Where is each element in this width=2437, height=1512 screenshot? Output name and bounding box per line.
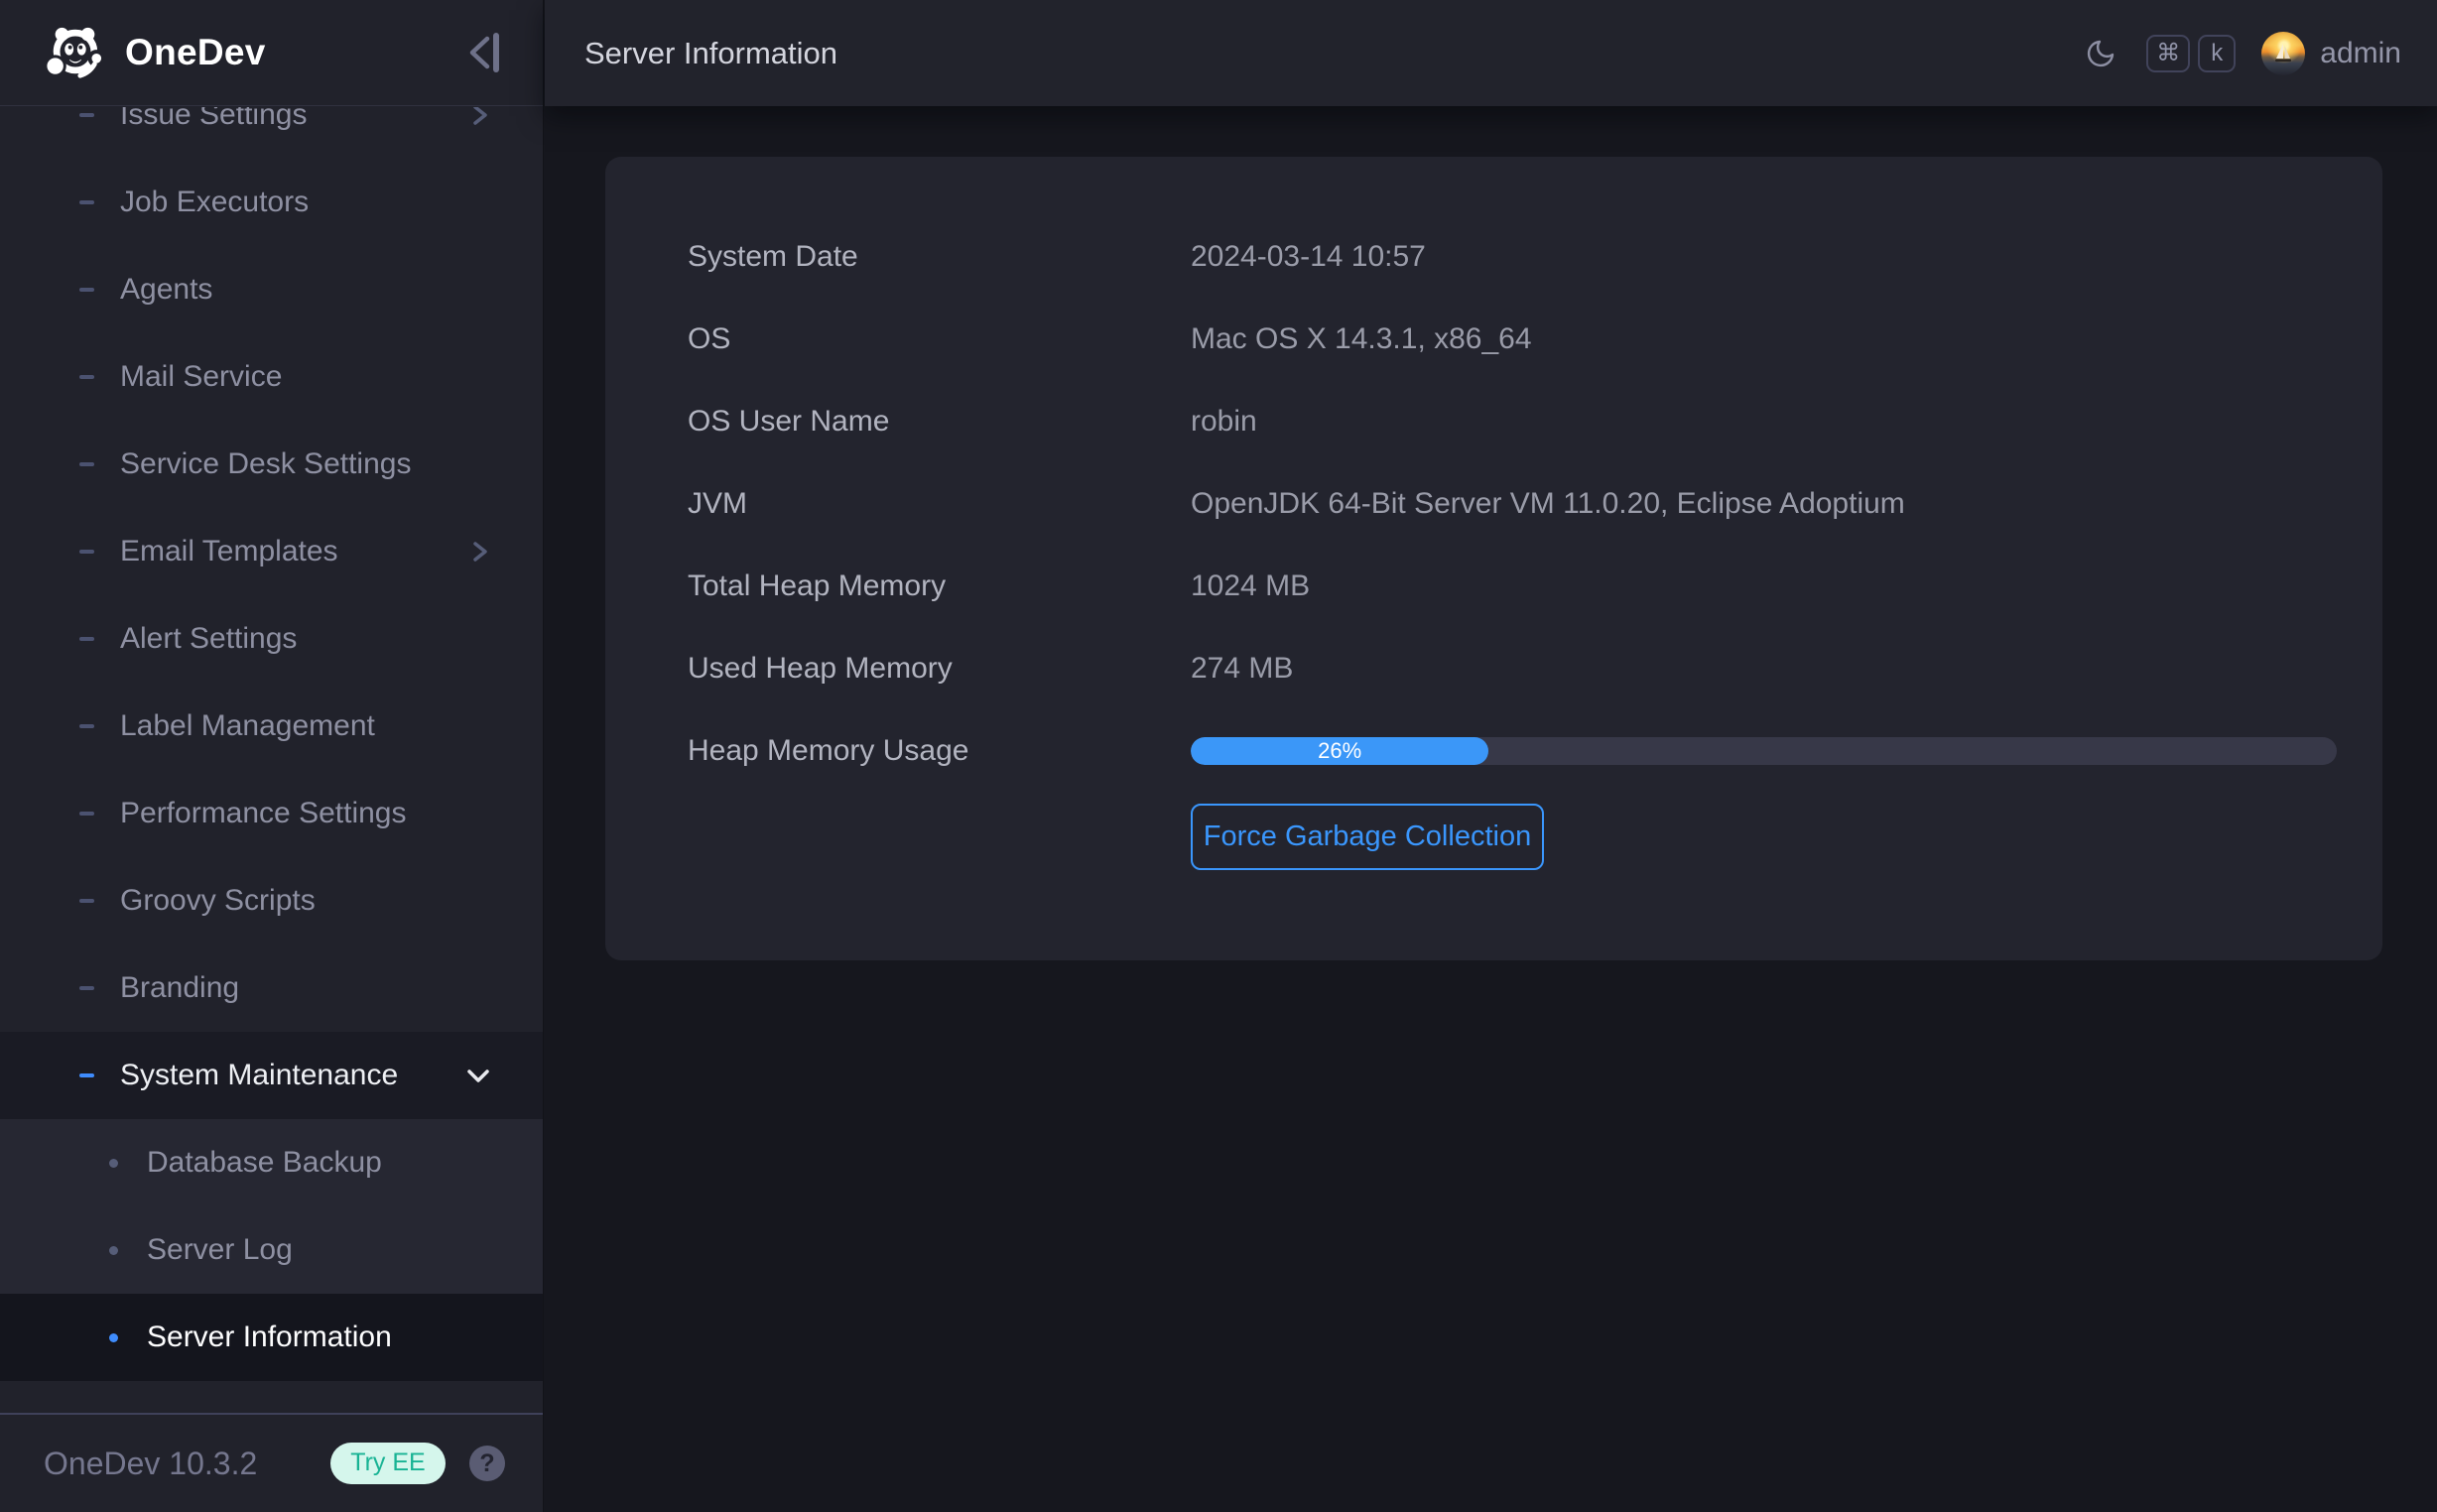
- info-value: 274 MB: [1191, 652, 1293, 686]
- sidebar-item-alert-settings[interactable]: Alert Settings: [0, 595, 543, 683]
- info-value: OpenJDK 64-Bit Server VM 11.0.20, Eclips…: [1191, 487, 1905, 521]
- dash-icon: [79, 550, 94, 554]
- heap-progress-track: 26%: [1191, 737, 2337, 765]
- info-row-total-heap-memory: Total Heap Memory 1024 MB: [688, 545, 2337, 627]
- main-header: Server Information ⌘ k admin: [545, 0, 2437, 106]
- chevron-down-icon: [465, 1067, 491, 1084]
- system-maintenance-submenu: Database Backup Server Log Server Inform…: [0, 1119, 543, 1381]
- sidebar-item-agents[interactable]: Agents: [0, 246, 543, 333]
- sidebar-item-issue-settings[interactable]: Issue Settings: [0, 107, 543, 159]
- chevron-right-icon: [469, 107, 491, 127]
- info-row-jvm: JVM OpenJDK 64-Bit Server VM 11.0.20, Ec…: [688, 462, 2337, 545]
- info-label: OS User Name: [688, 405, 1191, 439]
- info-value: 1024 MB: [1191, 569, 1310, 603]
- info-value: robin: [1191, 405, 1257, 439]
- heap-progress-percent: 26%: [1318, 738, 1361, 764]
- sidebar-logo-bar: OneDev: [0, 0, 543, 106]
- shortcut-key-k[interactable]: k: [2198, 35, 2236, 72]
- sidebar-item-performance-settings[interactable]: Performance Settings: [0, 770, 543, 857]
- heap-progress-fill: 26%: [1191, 737, 1488, 765]
- info-row-heap-memory-usage: Heap Memory Usage 26%: [688, 709, 2337, 792]
- header-actions: ⌘ k admin: [2085, 32, 2401, 75]
- bullet-icon: [109, 1246, 118, 1255]
- dash-icon: [79, 200, 94, 204]
- info-label: Heap Memory Usage: [688, 734, 1191, 768]
- dash-icon: [79, 1073, 94, 1077]
- sidebar-nav: Issue Settings Job Executors Agents Mail…: [0, 107, 543, 1412]
- sidebar-nav-scroll: Issue Settings Job Executors Agents Mail…: [0, 107, 543, 1412]
- sidebar-item-job-executors[interactable]: Job Executors: [0, 159, 543, 246]
- sidebar-item-service-desk-settings[interactable]: Service Desk Settings: [0, 421, 543, 508]
- page-title: Server Information: [584, 36, 837, 71]
- version-label: OneDev 10.3.2: [44, 1446, 257, 1482]
- sidebar-item-server-log[interactable]: Server Log: [0, 1206, 543, 1294]
- info-label: JVM: [688, 487, 1191, 521]
- info-row-system-date: System Date 2024-03-14 10:57: [688, 215, 2337, 298]
- dark-mode-toggle-moon-icon[interactable]: [2085, 38, 2116, 69]
- onedev-logo-icon[interactable]: [44, 23, 105, 82]
- try-ee-badge[interactable]: Try EE: [330, 1443, 445, 1484]
- info-row-os-user-name: OS User Name robin: [688, 380, 2337, 462]
- info-label: OS: [688, 322, 1191, 356]
- dash-icon: [79, 462, 94, 466]
- sidebar-item-email-templates[interactable]: Email Templates: [0, 508, 543, 595]
- sidebar-footer: OneDev 10.3.2 Try EE ?: [0, 1413, 543, 1512]
- sidebar-item-mail-service[interactable]: Mail Service: [0, 333, 543, 421]
- sidebar-item-label-management[interactable]: Label Management: [0, 683, 543, 770]
- bullet-icon: [109, 1159, 118, 1168]
- sidebar-item-groovy-scripts[interactable]: Groovy Scripts: [0, 857, 543, 945]
- info-label: System Date: [688, 240, 1191, 274]
- info-value: 2024-03-14 10:57: [1191, 240, 1426, 274]
- info-row-used-heap-memory: Used Heap Memory 274 MB: [688, 627, 2337, 709]
- sidebar-collapse-icon[interactable]: [461, 30, 503, 75]
- dash-icon: [79, 812, 94, 816]
- user-avatar[interactable]: [2261, 32, 2305, 75]
- chevron-right-icon: [469, 540, 491, 564]
- shortcut-key-cmd[interactable]: ⌘: [2146, 35, 2190, 72]
- dash-icon: [79, 288, 94, 292]
- dash-icon: [79, 113, 94, 117]
- info-row-os: OS Mac OS X 14.3.1, x86_64: [688, 298, 2337, 380]
- username-label[interactable]: admin: [2320, 37, 2401, 70]
- dash-icon: [79, 724, 94, 728]
- gc-button-row: Force Garbage Collection: [688, 804, 2337, 870]
- info-value: Mac OS X 14.3.1, x86_64: [1191, 322, 1532, 356]
- sidebar-item-system-maintenance[interactable]: System Maintenance: [0, 1032, 543, 1119]
- help-icon[interactable]: ?: [469, 1446, 505, 1481]
- app-name: OneDev: [125, 32, 266, 73]
- main-content: System Date 2024-03-14 10:57 OS Mac OS X…: [545, 106, 2437, 1512]
- sidebar-item-server-information[interactable]: Server Information: [0, 1294, 543, 1381]
- dash-icon: [79, 375, 94, 379]
- sidebar: OneDev Issue Settings Job Executors: [0, 0, 544, 1512]
- sidebar-item-branding[interactable]: Branding: [0, 945, 543, 1032]
- sidebar-item-subscription-management[interactable]: Subscription Management: [0, 1381, 543, 1412]
- info-label: Used Heap Memory: [688, 652, 1191, 686]
- sidebar-item-database-backup[interactable]: Database Backup: [0, 1119, 543, 1206]
- info-label: Total Heap Memory: [688, 569, 1191, 603]
- bullet-icon: [109, 1333, 118, 1342]
- dash-icon: [79, 637, 94, 641]
- dash-icon: [79, 986, 94, 990]
- server-info-panel: System Date 2024-03-14 10:57 OS Mac OS X…: [605, 157, 2382, 960]
- force-garbage-collection-button[interactable]: Force Garbage Collection: [1191, 804, 1544, 870]
- dash-icon: [79, 899, 94, 903]
